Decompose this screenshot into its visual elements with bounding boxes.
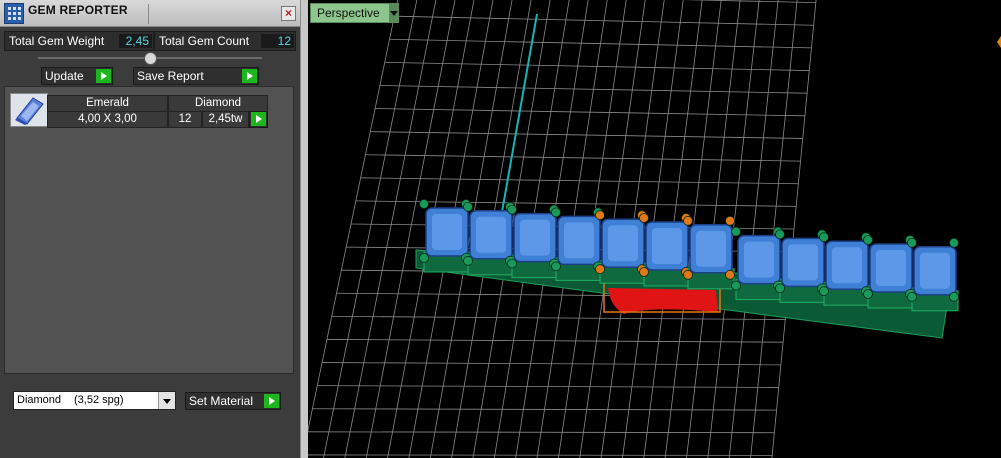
col-header-diamond: Diamond <box>168 95 268 112</box>
divider-slider-handle[interactable] <box>144 52 157 65</box>
viewport-label[interactable]: Perspective <box>310 3 399 23</box>
gem-table-facet <box>520 219 550 256</box>
green-prong <box>419 253 429 263</box>
total-gem-weight-label: Total Gem Weight <box>9 34 105 48</box>
material-spg: (3,52 spg) <box>74 394 124 406</box>
green-prong <box>949 237 959 248</box>
play-arrow-icon <box>96 69 111 83</box>
green-prong <box>775 283 785 294</box>
chevron-down-icon[interactable] <box>389 4 399 22</box>
play-arrow-icon <box>251 112 266 126</box>
gem-reporter-icon <box>4 3 24 24</box>
title-separator <box>148 4 149 24</box>
orange-prong <box>725 269 735 280</box>
green-prong <box>507 258 517 269</box>
gem-table-facet <box>564 222 594 259</box>
close-icon[interactable]: × <box>281 6 296 21</box>
grid-line <box>308 0 399 433</box>
gem-table-facet <box>652 228 682 264</box>
panel-title: GEM REPORTER <box>28 3 128 17</box>
green-prong <box>775 229 785 240</box>
emerald-gem-icon <box>10 93 48 127</box>
gem-table-facet <box>920 252 950 289</box>
orange-marker-icon <box>997 36 1001 48</box>
green-prong <box>907 237 917 248</box>
play-arrow-icon <box>242 69 257 83</box>
total-gem-count-box: Total Gem Count 12 <box>154 31 296 51</box>
green-prong <box>819 286 829 297</box>
set-material-button[interactable]: Set Material <box>185 392 281 410</box>
green-prong <box>463 255 473 266</box>
green-prong <box>731 280 741 291</box>
orange-prong <box>595 210 605 221</box>
save-report-button[interactable]: Save Report <box>133 67 259 85</box>
grid-line <box>308 431 775 434</box>
green-prong <box>863 289 873 299</box>
green-prong <box>863 235 873 245</box>
chevron-down-icon[interactable] <box>158 392 175 409</box>
green-prong <box>819 232 829 243</box>
green-prong <box>419 199 429 209</box>
total-gem-count-value: 12 <box>261 34 294 48</box>
total-gem-weight-value: 2,45 <box>119 34 152 48</box>
gem-table-facet <box>476 216 506 253</box>
green-prong <box>507 204 517 215</box>
green-prong <box>907 291 917 302</box>
play-arrow-icon <box>264 394 279 408</box>
update-label: Update <box>45 69 84 83</box>
material-select[interactable]: Diamond (3,52 spg) <box>13 391 176 410</box>
perspective-viewport[interactable]: Perspective <box>308 0 1001 458</box>
gem-table-facet <box>432 214 462 250</box>
y-axis-line <box>496 13 538 241</box>
green-prong <box>949 291 959 302</box>
gem-table-facet <box>832 247 862 284</box>
gem-table-facet <box>696 230 726 267</box>
viewport-scene <box>308 0 1001 458</box>
gem-row-select-button[interactable] <box>249 111 268 128</box>
save-report-label: Save Report <box>137 69 204 83</box>
total-gem-weight-box: Total Gem Weight 2,45 <box>4 31 154 51</box>
green-prong <box>731 226 741 237</box>
orange-prong <box>639 267 649 277</box>
green-prong <box>551 207 561 218</box>
viewport-label-text: Perspective <box>317 6 380 20</box>
material-name: Diamond <box>17 394 62 406</box>
gem-table-facet <box>608 225 638 262</box>
gem-reporter-panel: GEM REPORTER × Total Gem Weight 2,45 Tot… <box>0 0 300 458</box>
update-button[interactable]: Update <box>41 67 113 85</box>
gem-weight-cell: 2,45tw <box>202 111 249 128</box>
set-material-label: Set Material <box>189 394 254 408</box>
gem-table-facet <box>788 244 818 281</box>
green-prong <box>551 261 561 272</box>
gem-size-cell: 4,00 X 3,00 <box>47 111 168 128</box>
green-prong <box>463 201 473 212</box>
orange-prong <box>639 213 649 223</box>
gem-count-cell: 12 <box>168 111 202 128</box>
panel-titlebar: GEM REPORTER × <box>0 0 300 27</box>
gem-table-facet <box>744 241 774 278</box>
gem-list: Emerald Diamond 4,00 X 3,00 12 2,45tw <box>4 86 294 374</box>
orange-prong <box>725 215 735 226</box>
grid-line <box>323 0 418 458</box>
orange-prong <box>683 215 693 226</box>
col-header-emerald: Emerald <box>47 95 168 112</box>
orange-prong <box>683 269 693 280</box>
orange-prong <box>595 264 605 275</box>
total-gem-count-label: Total Gem Count <box>159 34 250 48</box>
gem-table-facet <box>876 250 906 286</box>
